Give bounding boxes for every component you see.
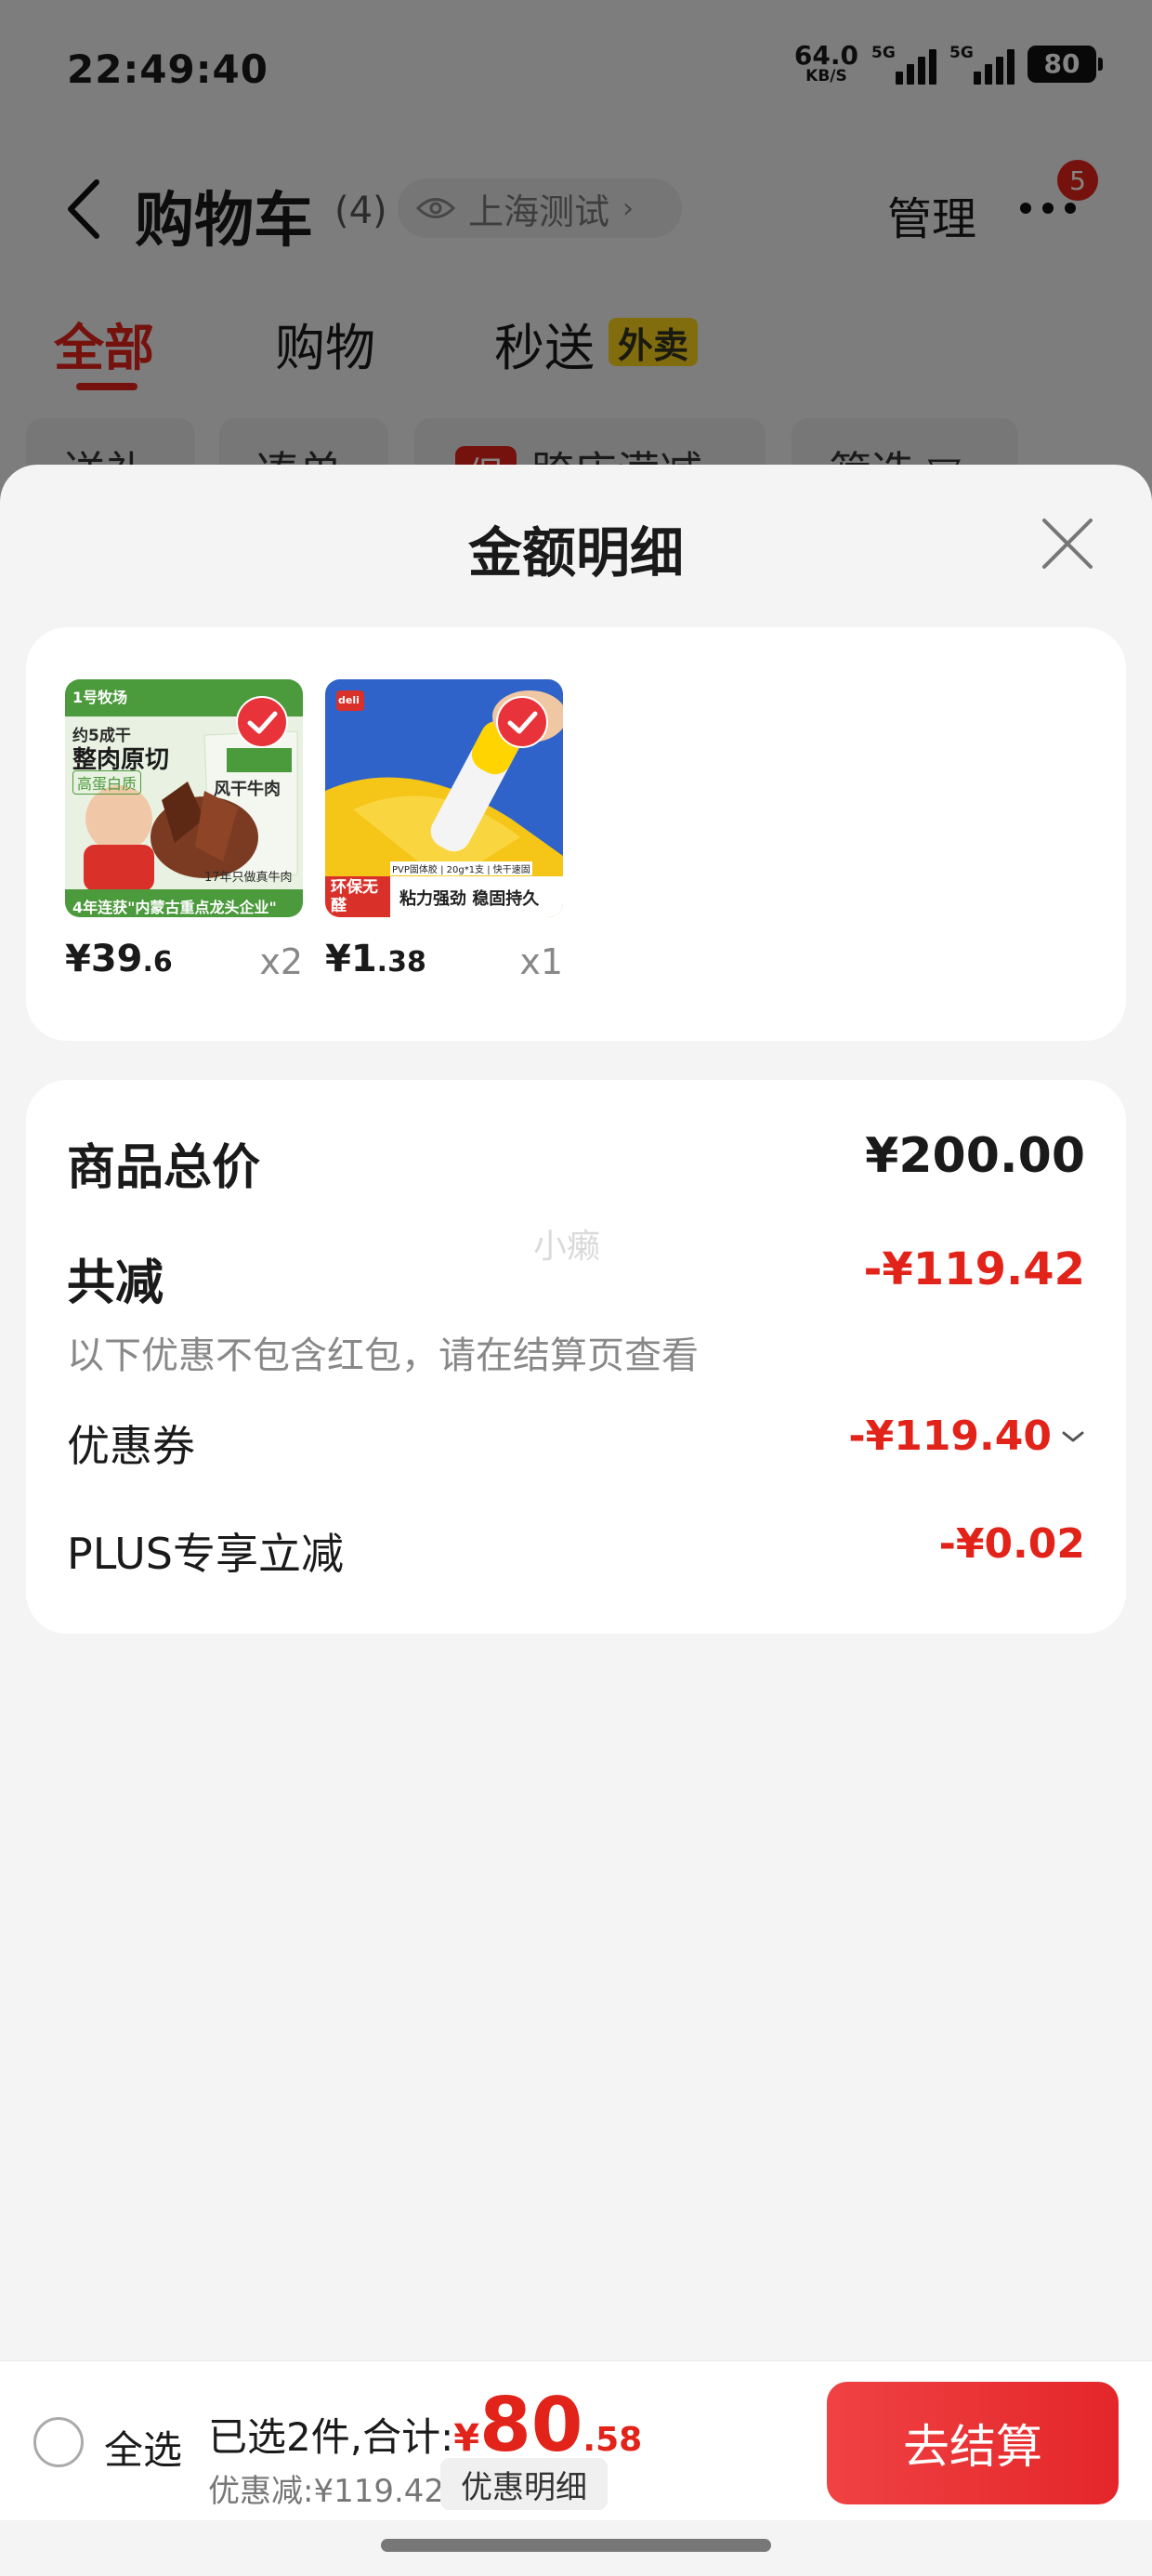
product-quantity: x2 (259, 941, 303, 982)
total-reduction-label: 共减 (67, 1255, 164, 1311)
coupon-value: -¥119.40 (848, 1413, 1052, 1460)
product-image-tag: 环保无醛 (331, 878, 378, 915)
total-amount-integer: 80 (479, 2382, 583, 2468)
product-price: ¥39.6 (65, 938, 173, 980)
product-image-text: 17年只做真牛肉 (204, 871, 293, 885)
total-price-value: ¥200.00 (865, 1128, 1085, 1184)
selected-count-text: 已选2件,合计: (208, 2414, 454, 2460)
product-brand-text: 1号牧场 (72, 689, 128, 706)
home-indicator[interactable] (381, 2539, 771, 2552)
select-all-label[interactable]: 全选 (104, 2419, 182, 2476)
coupon-value-group[interactable]: -¥119.40 (848, 1413, 1085, 1460)
checkmark-icon[interactable] (496, 696, 548, 748)
product-item[interactable]: 1号牧场 约5成干 整肉原切 高蛋白质 风干牛肉 17年只做真牛肉 4年连获"内… (65, 679, 303, 995)
total-reduction-value: -¥119.42 (863, 1243, 1085, 1295)
coupon-label: 优惠券 (67, 1421, 195, 1471)
product-image-text: PVP固体胶 | 20g*1支 | 快干速固 (390, 861, 532, 875)
sheet-title: 金额明细 (467, 521, 684, 585)
amount-detail-sheet: 金额明细 1号牧场 约5成干 整肉原切 高蛋白质 风干牛肉 17年只做真牛肉 4… (0, 465, 1152, 2576)
chevron-down-icon[interactable] (1061, 1428, 1085, 1445)
currency-symbol: ¥ (453, 2417, 480, 2460)
checkout-bar: 全选 已选2件,合计:¥80.58 优惠减:¥119.42 优惠明细 去结算 (0, 2360, 1152, 2520)
product-price-row: ¥39.6 x2 (65, 930, 303, 995)
product-brand-text: deli (338, 694, 360, 706)
checkmark-icon[interactable] (236, 696, 288, 748)
reduction-note: 以下优惠不包含红包，请在结算页查看 (67, 1334, 699, 1377)
product-image-slogan: 粘力强劲 稳固持久 (399, 889, 540, 909)
plus-discount-row: PLUS专享立减 -¥0.02 (67, 1520, 1085, 1580)
total-reduction-row: 共减 -¥119.42 (67, 1243, 1085, 1311)
product-image-glue-stick: deli PVP固体胶 | 20g*1支 | 快干速固 环保无醛 粘力强劲 稳固… (325, 679, 563, 917)
selected-summary: 已选2件,合计:¥80.58 (208, 2382, 642, 2468)
product-price-row: ¥1.38 x1 (325, 930, 563, 995)
select-all-radio[interactable] (33, 2417, 84, 2467)
modal-backdrop[interactable] (0, 0, 1152, 520)
close-icon[interactable] (1041, 517, 1094, 571)
total-price-row: 商品总价 ¥200.00 (67, 1128, 1085, 1196)
product-image-banner: 4年连获"内蒙古重点龙头企业" (72, 899, 277, 916)
product-price: ¥1.38 (325, 938, 426, 980)
product-image-beef-jerky: 1号牧场 约5成干 整肉原切 高蛋白质 风干牛肉 17年只做真牛肉 4年连获"内… (65, 679, 303, 917)
price-summary-card: 小癞 商品总价 ¥200.00 共减 -¥119.42 以下优惠不包含红包，请在… (26, 1080, 1126, 1634)
total-price-label: 商品总价 (67, 1140, 261, 1196)
selected-products-card: 1号牧场 约5成干 整肉原切 高蛋白质 风干牛肉 17年只做真牛肉 4年连获"内… (26, 627, 1126, 1041)
discount-summary: 优惠减:¥119.42 (208, 2473, 445, 2510)
checkout-button[interactable]: 去结算 (827, 2382, 1119, 2504)
product-image-text: 风干牛肉 (214, 780, 281, 799)
product-image-text: 高蛋白质 (72, 770, 142, 795)
total-amount-decimal: .58 (583, 2421, 643, 2459)
coupon-row[interactable]: 优惠券 -¥119.40 (67, 1413, 1085, 1472)
product-item[interactable]: deli PVP固体胶 | 20g*1支 | 快干速固 环保无醛 粘力强劲 稳固… (325, 679, 563, 995)
reduction-note-row: 以下优惠不包含红包，请在结算页查看 (67, 1325, 1085, 1377)
product-quantity: x1 (519, 941, 563, 982)
plus-discount-value: -¥0.02 (938, 1520, 1085, 1568)
discount-detail-button[interactable]: 优惠明细 (440, 2458, 608, 2510)
plus-discount-label: PLUS专享立减 (67, 1529, 344, 1579)
